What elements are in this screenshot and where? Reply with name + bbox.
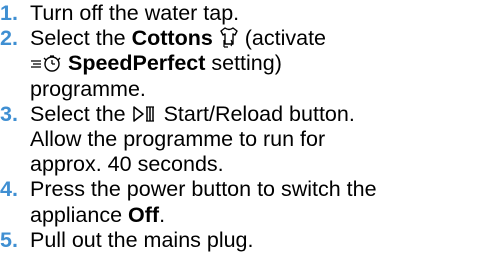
speedperfect-label: SpeedPerfect (67, 51, 206, 76)
off-label: Off (128, 202, 160, 227)
step-text: (activate (238, 26, 327, 51)
speedperfect-clock-icon (30, 53, 62, 73)
step-number: 2. (0, 26, 18, 51)
step-number: 1. (0, 1, 18, 25)
step-number: 5. (0, 227, 18, 252)
step-number: 4. (0, 177, 18, 202)
step-4: 4. Press the power button to switch the … (0, 177, 480, 227)
step-3: 3. Select the Start/Reload button. Allow… (0, 102, 480, 178)
step-text: Turn off the water tap. (30, 1, 240, 25)
step-text: Select the (30, 101, 132, 126)
start-reload-icon (132, 104, 158, 124)
cottons-tshirt-icon (219, 26, 239, 48)
step-2: 2. Select the Cottons (activate SpeedPer… (0, 26, 480, 102)
step-1: 1. Turn off the water tap. (0, 1, 480, 26)
step-5: 5. Pull out the mains plug. (0, 228, 480, 253)
step-text: approx. 40 seconds. (30, 152, 224, 177)
step-text: programme. (30, 76, 146, 101)
step-text: Press the power button to switch the (30, 177, 377, 202)
step-text: appliance (30, 202, 129, 227)
step-number: 3. (0, 101, 18, 126)
step-text: Select the (30, 26, 132, 51)
instruction-steps: 1. Turn off the water tap. 2. Select the… (0, 1, 480, 253)
cottons-label: Cottons (131, 26, 213, 51)
step-text: Pull out the mains plug. (30, 227, 254, 252)
step-text: . (159, 202, 166, 227)
step-text: setting) (205, 51, 282, 76)
step-text: Start/Reload button. (157, 101, 355, 126)
step-text: Allow the programme to run for (30, 127, 326, 152)
